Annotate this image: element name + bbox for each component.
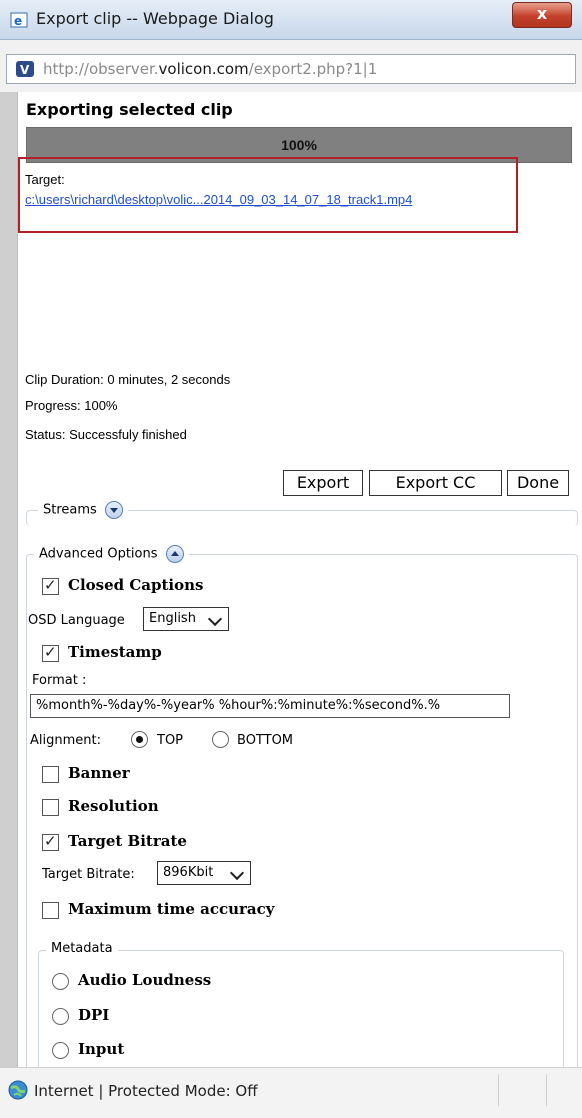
svg-text:V: V xyxy=(20,63,30,77)
audio-loudness-label: Audio Loudness xyxy=(78,971,212,989)
progress-label: 100% xyxy=(281,137,317,153)
input-radio[interactable] xyxy=(52,1042,69,1059)
timestamp-checkbox[interactable] xyxy=(42,643,59,662)
target-bitrate-select-label: Target Bitrate: xyxy=(42,867,135,882)
closed-captions-label: Closed Captions xyxy=(68,576,204,594)
close-button[interactable]: x xyxy=(512,2,572,28)
streams-label: Streams xyxy=(43,502,97,518)
status-bar-text: Internet | Protected Mode: Off xyxy=(34,1082,258,1100)
max-time-accuracy-label: Maximum time accuracy xyxy=(68,900,275,918)
metadata-legend: Metadata xyxy=(46,941,118,956)
volicon-site-icon: V xyxy=(16,61,34,77)
progress-text: Progress: 100% xyxy=(25,398,118,413)
ie-app-icon: e xyxy=(10,12,28,28)
globe-icon xyxy=(8,1080,28,1100)
page-left-edge xyxy=(0,92,18,1067)
export-button[interactable]: Export xyxy=(283,470,363,496)
closed-captions-checkbox[interactable] xyxy=(42,576,59,595)
window-title: Export clip -- Webpage Dialog xyxy=(36,9,274,28)
chevron-down-icon[interactable] xyxy=(104,501,123,519)
chevron-down-icon xyxy=(210,614,222,624)
osd-language-label: OSD Language xyxy=(28,613,125,628)
banner-checkbox[interactable] xyxy=(42,766,59,783)
format-input[interactable]: %month%-%day%-%year% %hour%:%minute%:%se… xyxy=(30,694,510,718)
target-bitrate-value: 896Kbit xyxy=(163,865,214,880)
status-divider xyxy=(546,1074,547,1106)
audio-loudness-radio[interactable] xyxy=(52,973,69,990)
input-label: Input xyxy=(78,1040,125,1058)
done-button[interactable]: Done xyxy=(507,470,569,496)
banner-label: Banner xyxy=(68,764,130,782)
osd-language-value: English xyxy=(149,611,196,626)
advanced-options-legend: Advanced Options xyxy=(34,545,189,563)
max-time-accuracy-checkbox[interactable] xyxy=(42,902,59,919)
resolution-label: Resolution xyxy=(68,797,159,815)
target-bitrate-checkbox[interactable] xyxy=(42,832,59,851)
target-bitrate-label: Target Bitrate xyxy=(68,832,187,850)
osd-language-select[interactable]: English xyxy=(143,607,229,631)
alignment-top-label: TOP xyxy=(157,733,184,748)
export-cc-button[interactable]: Export CC xyxy=(369,470,502,496)
alignment-bottom-label: BOTTOM xyxy=(237,733,294,748)
target-path-link[interactable]: c:\users\richard\desktop\volic...2014_09… xyxy=(25,192,412,207)
streams-legend: Streams xyxy=(38,501,128,519)
status-divider xyxy=(498,1074,499,1106)
target-label: Target: xyxy=(25,172,65,187)
svg-text:e: e xyxy=(14,14,22,28)
alignment-top-radio[interactable] xyxy=(131,731,148,748)
resolution-checkbox[interactable] xyxy=(42,799,59,816)
export-heading: Exporting selected clip xyxy=(26,100,233,119)
target-bitrate-select[interactable]: 896Kbit xyxy=(157,861,251,885)
dpi-radio[interactable] xyxy=(52,1008,69,1025)
timestamp-label: Timestamp xyxy=(68,643,162,661)
status-bar: Internet | Protected Mode: Off xyxy=(0,1067,582,1118)
chevron-down-icon xyxy=(232,868,244,878)
title-bar: e Export clip -- Webpage Dialog x xyxy=(0,0,582,40)
url-text: http://observer.volicon.com/export2.php?… xyxy=(43,60,378,78)
dpi-label: DPI xyxy=(78,1006,110,1024)
advanced-options-label: Advanced Options xyxy=(39,546,158,562)
alignment-bottom-radio[interactable] xyxy=(212,731,229,748)
clip-duration: Clip Duration: 0 minutes, 2 seconds xyxy=(25,372,231,387)
address-bar: V http://observer.volicon.com/export2.ph… xyxy=(6,54,576,84)
chevron-up-icon[interactable] xyxy=(165,545,184,563)
format-label: Format : xyxy=(32,673,87,688)
status-text: Status: Successfuly finished xyxy=(25,427,187,442)
alignment-label: Alignment: xyxy=(30,733,101,748)
